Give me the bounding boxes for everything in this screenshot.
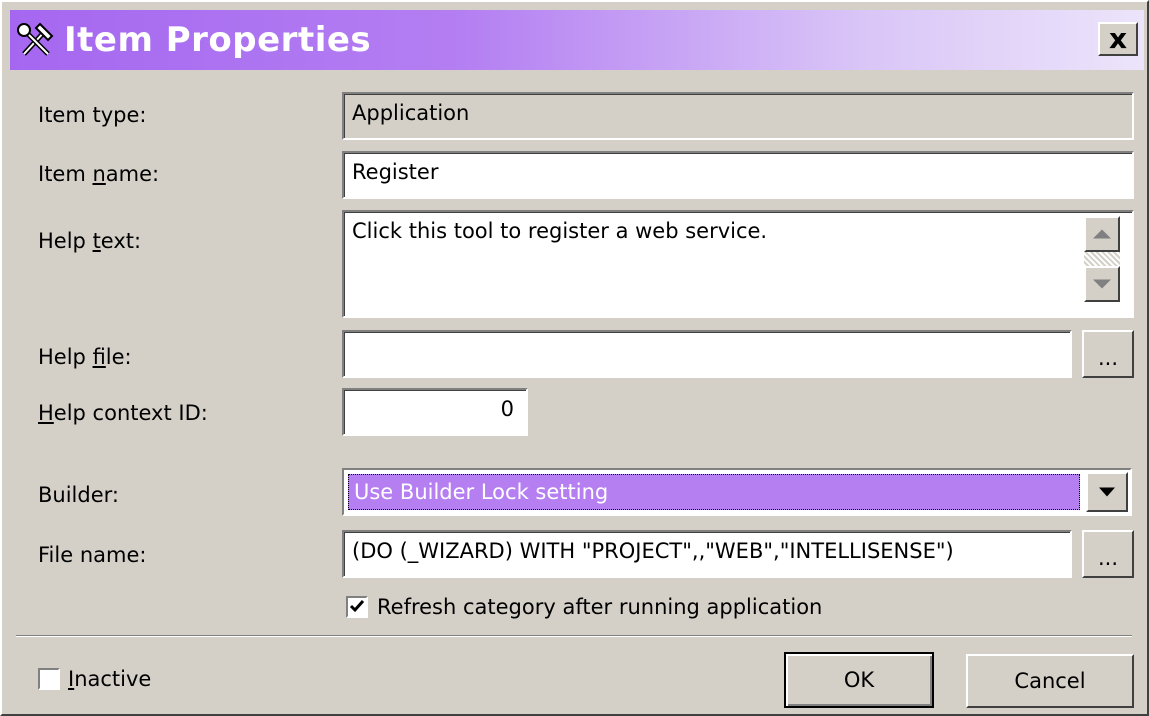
refresh-checkbox-label[interactable]: Refresh category after running applicati…: [377, 593, 822, 621]
help-context-id-label: Help context ID:: [38, 401, 208, 425]
item-name-label: Item name:: [38, 162, 160, 186]
builder-dropdown-button[interactable]: [1086, 472, 1128, 512]
footer-divider: [16, 635, 1132, 637]
arrow-down-icon: [1093, 279, 1111, 289]
inactive-checkbox-label[interactable]: Inactive: [68, 665, 151, 693]
file-name-browse-button[interactable]: ...: [1082, 530, 1134, 578]
item-type-field: Application: [342, 92, 1134, 140]
item-properties-dialog: Item Properties x Item type: Application…: [0, 0, 1149, 716]
title-bar[interactable]: Item Properties x: [10, 10, 1144, 70]
builder-label: Builder:: [38, 483, 119, 507]
scrollbar-track[interactable]: [1084, 252, 1120, 266]
ok-button[interactable]: OK: [784, 652, 934, 708]
window-title: Item Properties: [64, 20, 372, 60]
help-context-id-value: 0: [500, 397, 514, 421]
builder-selected-value: Use Builder Lock setting: [348, 474, 1080, 510]
ellipsis-icon: ...: [1097, 346, 1119, 370]
refresh-checkbox[interactable]: [346, 596, 368, 618]
scroll-down-button[interactable]: [1084, 266, 1120, 302]
help-file-label: Help file:: [38, 345, 132, 369]
help-text-label: Help text:: [38, 229, 142, 253]
close-button[interactable]: x: [1098, 22, 1138, 56]
help-context-id-input[interactable]: 0: [342, 388, 528, 436]
file-name-input[interactable]: (DO (_WIZARD) WITH "PROJECT",,"WEB","INT…: [342, 530, 1072, 578]
file-name-value: (DO (_WIZARD) WITH "PROJECT",,"WEB","INT…: [352, 539, 954, 563]
item-name-input[interactable]: Register: [342, 151, 1134, 199]
builder-select[interactable]: Use Builder Lock setting: [342, 468, 1132, 516]
close-icon: x: [1108, 22, 1128, 55]
ellipsis-icon: ...: [1097, 546, 1119, 570]
tools-icon: [17, 22, 54, 56]
item-name-value: Register: [352, 160, 439, 184]
arrow-up-icon: [1093, 229, 1111, 239]
help-text-textarea[interactable]: Click this tool to register a web servic…: [342, 210, 1134, 318]
item-type-label: Item type:: [38, 103, 147, 127]
inactive-checkbox[interactable]: [38, 668, 60, 690]
cancel-button[interactable]: Cancel: [966, 654, 1134, 708]
cancel-button-label: Cancel: [1014, 669, 1086, 693]
file-name-label: File name:: [38, 543, 147, 567]
checkmark-icon: [349, 600, 365, 613]
help-file-browse-button[interactable]: ...: [1082, 330, 1134, 378]
scroll-up-button[interactable]: [1084, 216, 1120, 252]
chevron-down-icon: [1099, 487, 1115, 497]
help-text-value: Click this tool to register a web servic…: [352, 219, 768, 243]
item-type-value: Application: [352, 101, 470, 125]
help-file-input[interactable]: [342, 330, 1072, 378]
ok-button-label: OK: [843, 668, 875, 692]
